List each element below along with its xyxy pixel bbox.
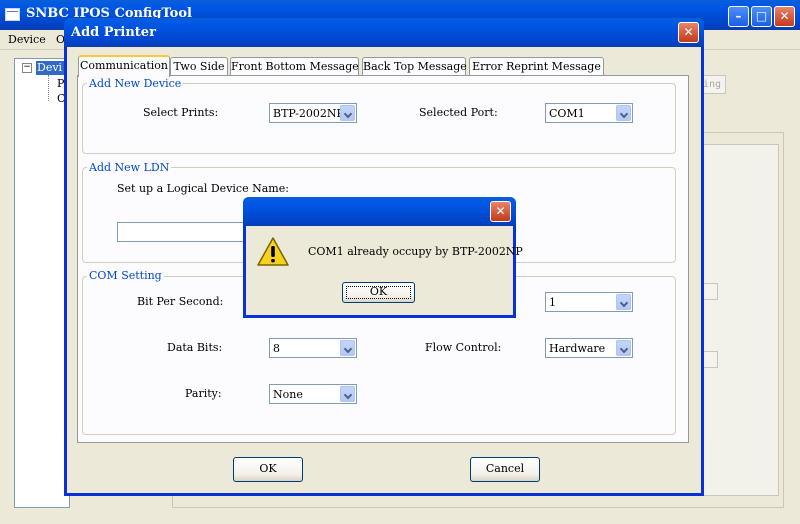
flow-control-combo[interactable]: Hardware	[545, 338, 633, 358]
parity-value: None	[273, 388, 303, 401]
message-text: COM1 already occupy by BTP-2002NP	[308, 245, 523, 258]
dialog-ok-button[interactable]: OK	[233, 457, 303, 482]
tab-back-top-message[interactable]: Back Top Message	[362, 57, 467, 76]
app-icon	[5, 8, 20, 21]
chevron-down-icon[interactable]	[340, 386, 355, 402]
flow-control-value: Hardware	[549, 342, 606, 355]
chevron-down-icon[interactable]	[340, 340, 355, 356]
select-prints-label: Select Prints:	[143, 106, 219, 119]
parity-combo[interactable]: None	[269, 384, 357, 404]
select-prints-value: BTP-2002NP	[273, 107, 344, 120]
chevron-down-icon[interactable]	[340, 105, 355, 121]
collapse-icon[interactable]: −	[22, 63, 32, 73]
tab-front-bottom-message[interactable]: Front Bottom Message	[230, 57, 359, 76]
flow-control-label: Flow Control:	[425, 341, 502, 354]
background-combo-arrow	[703, 351, 718, 368]
selected-port-combo[interactable]: COM1	[545, 103, 633, 123]
stop-bits-combo[interactable]: 1	[545, 292, 633, 312]
device-tree[interactable]	[14, 58, 70, 508]
minimize-button[interactable]: –	[728, 6, 749, 27]
add-new-ldn-legend: Add New LDN	[87, 161, 172, 174]
main-close-button[interactable]: ✕	[774, 6, 795, 27]
select-prints-combo[interactable]: BTP-2002NP	[269, 103, 357, 123]
dialog-close-button[interactable]: ✕	[678, 22, 699, 43]
selected-port-label: Selected Port:	[419, 106, 498, 119]
data-bits-combo[interactable]: 8	[269, 338, 357, 358]
tab-communication[interactable]: Communication	[78, 55, 170, 77]
ldn-prompt-label: Set up a Logical Device Name:	[117, 182, 289, 195]
com-setting-legend: COM Setting	[87, 269, 164, 282]
tab-two-side[interactable]: Two Side	[170, 57, 228, 76]
data-bits-label: Data Bits:	[167, 341, 223, 354]
chevron-down-icon[interactable]	[616, 294, 631, 310]
chevron-down-icon[interactable]	[616, 340, 631, 356]
dialog-cancel-button[interactable]: Cancel	[470, 457, 540, 482]
warning-icon	[257, 237, 289, 266]
dialog-title: Add Printer	[71, 25, 156, 40]
add-new-device-legend: Add New Device	[87, 77, 184, 90]
tab-error-reprint-message[interactable]: Error Reprint Message	[469, 57, 604, 76]
menu-device[interactable]: Device	[8, 33, 46, 46]
dialog-title-bar[interactable]: Add Printer ✕	[64, 18, 704, 47]
parity-label: Parity:	[185, 387, 222, 400]
message-ok-button[interactable]: OK	[342, 282, 415, 303]
data-bits-value: 8	[273, 342, 280, 355]
tree-root-item[interactable]: Devi	[36, 61, 66, 75]
tree-connector	[48, 75, 49, 101]
stop-bits-value: 1	[549, 296, 556, 309]
focus-rectangle	[346, 286, 411, 299]
chevron-down-icon[interactable]	[616, 105, 631, 121]
selected-port-value: COM1	[549, 107, 585, 120]
message-close-button[interactable]: ✕	[490, 201, 511, 222]
bit-per-second-label: Bit Per Second:	[137, 295, 224, 308]
background-combo-arrow	[703, 283, 718, 300]
message-box-title-bar[interactable]: ✕	[243, 197, 516, 226]
maximize-button[interactable]: □	[751, 6, 772, 27]
